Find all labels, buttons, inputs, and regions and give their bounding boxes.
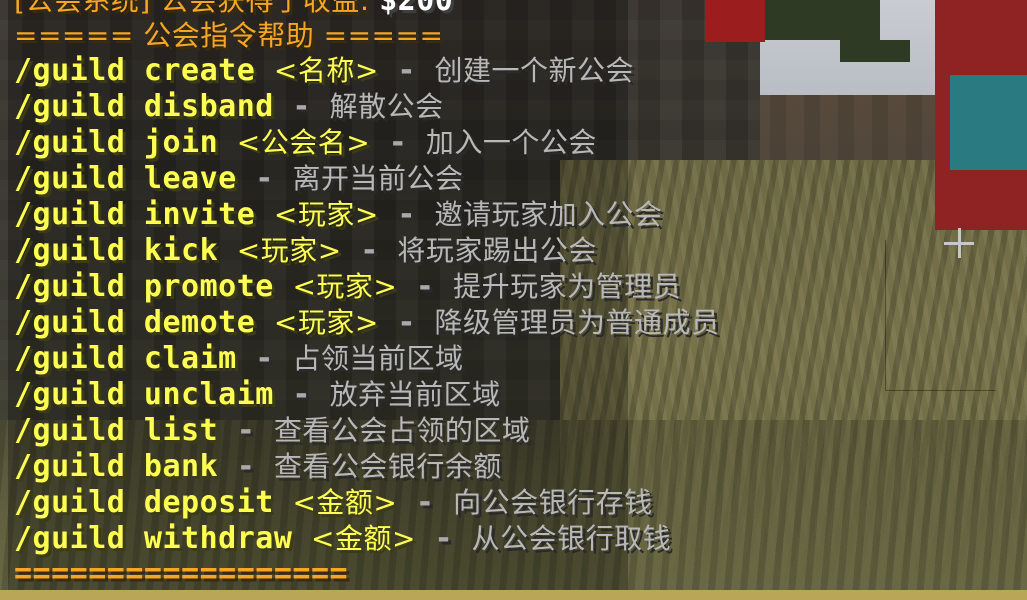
command-name: /guild withdraw bbox=[14, 521, 293, 556]
chat-line-command: /guild join <公会名> - 加入一个公会 bbox=[14, 125, 597, 161]
command-description: 邀请玩家加入公会 bbox=[434, 198, 663, 231]
chat-line-command: /guild promote <玩家> - 提升玩家为管理员 bbox=[14, 269, 681, 305]
command-description: 查看公会占领的区域 bbox=[273, 414, 531, 447]
help-footer: ================== bbox=[14, 556, 348, 592]
command-description: 将玩家踢出公会 bbox=[397, 234, 597, 267]
command-separator: - bbox=[370, 125, 426, 160]
command-argument: <名称> bbox=[273, 54, 379, 87]
help-header-text: ===== 公会指令帮助 ===== bbox=[14, 19, 444, 52]
command-argument: <玩家> bbox=[292, 270, 398, 303]
command-separator: - bbox=[378, 53, 435, 88]
chat-panel: [公会系统] 公会获得了收益: $200 ===== 公会指令帮助 ===== … bbox=[0, 0, 1027, 592]
chat-line-command: /guild bank - 查看公会银行余额 bbox=[14, 449, 502, 485]
command-argument: <公会名> bbox=[236, 126, 371, 159]
command-argument: <玩家> bbox=[273, 198, 379, 231]
command-name: /guild create bbox=[14, 53, 256, 88]
chat-line-command: /guild leave - 离开当前公会 bbox=[14, 161, 463, 197]
help-footer-text: ================== bbox=[14, 556, 349, 591]
command-separator: - bbox=[341, 233, 398, 268]
income-message: 公会获得了收益: bbox=[150, 0, 380, 17]
command-name: /guild bank bbox=[14, 449, 219, 484]
command-separator: - bbox=[415, 521, 472, 556]
command-name: /guild invite bbox=[14, 197, 256, 232]
chat-line-command: /guild list - 查看公会占领的区域 bbox=[14, 413, 530, 449]
chat-line-command: /guild withdraw <金额> - 从公会银行取钱 bbox=[14, 521, 671, 557]
command-description: 解散公会 bbox=[329, 90, 444, 123]
chat-line-command: /guild invite <玩家> - 邀请玩家加入公会 bbox=[14, 197, 663, 233]
command-separator: - bbox=[273, 89, 330, 124]
command-separator: - bbox=[218, 413, 274, 448]
command-description: 查看公会银行余额 bbox=[273, 450, 502, 483]
command-separator: - bbox=[378, 197, 435, 232]
chat-line-command: /guild kick <玩家> - 将玩家踢出公会 bbox=[14, 233, 597, 269]
chat-line-command: /guild deposit <金额> - 向公会银行存钱 bbox=[14, 485, 653, 521]
income-amount: $200 bbox=[379, 0, 454, 18]
command-name: /guild unclaim bbox=[14, 377, 274, 412]
command-name: /guild claim bbox=[14, 341, 237, 376]
chat-line-command: /guild demote <玩家> - 降级管理员为普通成员 bbox=[14, 305, 720, 341]
chat-line-command: /guild create <名称> - 创建一个新公会 bbox=[14, 53, 634, 89]
system-prefix: [公会系统] bbox=[14, 0, 151, 17]
chat-line-command: /guild unclaim - 放弃当前区域 bbox=[14, 377, 501, 413]
command-separator: - bbox=[218, 449, 274, 484]
command-name: /guild promote bbox=[14, 269, 274, 304]
command-description: 提升玩家为管理员 bbox=[453, 270, 682, 303]
command-description: 离开当前公会 bbox=[292, 162, 464, 195]
command-argument: <金额> bbox=[311, 522, 416, 555]
command-description: 向公会银行存钱 bbox=[453, 486, 653, 519]
command-description: 从公会银行取钱 bbox=[471, 522, 672, 555]
command-name: /guild kick bbox=[14, 233, 219, 268]
command-separator: - bbox=[378, 305, 435, 340]
command-separator: - bbox=[236, 161, 293, 196]
command-separator: - bbox=[273, 377, 330, 412]
command-name: /guild disband bbox=[14, 89, 274, 124]
command-name: /guild list bbox=[14, 413, 219, 448]
chat-line-guild-income: [公会系统] 公会获得了收益: $200 bbox=[14, 0, 453, 19]
command-argument: <玩家> bbox=[273, 306, 379, 339]
command-name: /guild join bbox=[14, 125, 219, 160]
command-description: 加入一个公会 bbox=[425, 126, 597, 159]
command-name: /guild deposit bbox=[14, 485, 274, 520]
command-argument: <玩家> bbox=[236, 234, 342, 267]
command-description: 放弃当前区域 bbox=[329, 378, 501, 411]
chat-line-command: /guild disband - 解散公会 bbox=[14, 89, 444, 125]
command-description: 占领当前区域 bbox=[292, 342, 464, 375]
command-argument: <金额> bbox=[292, 486, 398, 519]
command-separator: - bbox=[397, 485, 454, 520]
command-description: 创建一个新公会 bbox=[434, 54, 635, 87]
command-name: /guild leave bbox=[14, 161, 237, 196]
command-name: /guild demote bbox=[14, 305, 256, 340]
command-separator: - bbox=[236, 341, 293, 376]
command-separator: - bbox=[397, 269, 454, 304]
game-scene: [公会系统] 公会获得了收益: $200 ===== 公会指令帮助 ===== … bbox=[0, 0, 1027, 600]
command-description: 降级管理员为普通成员 bbox=[434, 306, 720, 339]
chat-line-command: /guild claim - 占领当前区域 bbox=[14, 341, 463, 377]
help-header: ===== 公会指令帮助 ===== bbox=[14, 18, 443, 54]
